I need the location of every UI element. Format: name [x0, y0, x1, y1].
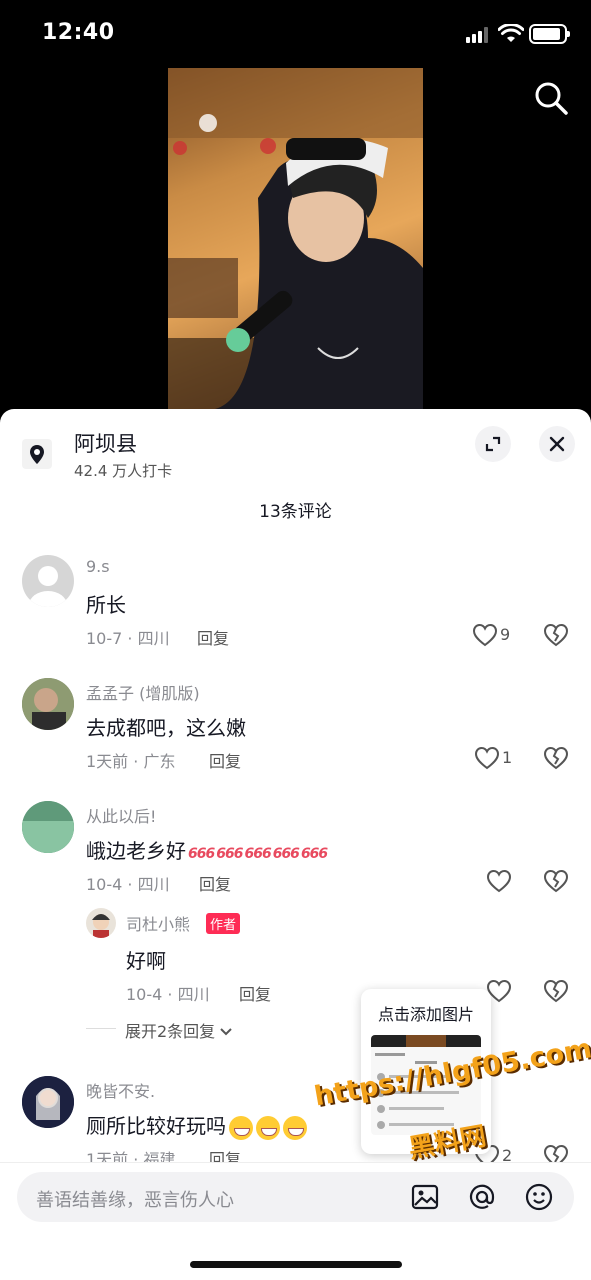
reply-button[interactable]: 回复 — [239, 981, 271, 1005]
broken-heart-icon[interactable] — [543, 978, 569, 1004]
reply-button[interactable]: 回复 — [197, 625, 229, 649]
heart-icon[interactable] — [472, 623, 498, 647]
video-player[interactable] — [168, 68, 423, 410]
emoji-icon[interactable] — [524, 1182, 554, 1212]
emoji-666: 666 — [244, 846, 271, 862]
image-icon[interactable] — [410, 1182, 440, 1212]
heart-icon[interactable] — [486, 869, 512, 893]
comment-text: 去成都吧，这么嫩 — [86, 716, 246, 740]
location-checkins: 42.4 万人打卡 — [74, 462, 173, 480]
location-pin-icon — [22, 439, 52, 469]
location-name[interactable]: 阿坝县 — [74, 428, 137, 458]
reply-username[interactable]: 司杜小熊 — [126, 911, 190, 935]
broken-heart-icon[interactable] — [543, 745, 569, 771]
battery-icon — [529, 24, 570, 44]
comment-text-body: 峨边老乡好 — [86, 839, 186, 863]
comment-meta: 10-7 · 四川 — [86, 629, 170, 648]
reply-button[interactable]: 回复 — [209, 748, 241, 772]
comment-username[interactable]: 孟孟子 (增肌版) — [86, 680, 200, 704]
emoji-666: 666 — [300, 846, 328, 862]
broken-heart-icon[interactable] — [543, 868, 569, 894]
author-badge: 作者 — [206, 913, 241, 934]
grin-emoji-icon — [283, 1115, 307, 1140]
avatar[interactable] — [86, 908, 116, 938]
expand-replies-button[interactable]: 展开2条回复 — [125, 1018, 233, 1042]
cellular-signal-icon — [466, 27, 490, 43]
broken-heart-icon[interactable] — [543, 622, 569, 648]
comment-username[interactable]: 9.s — [86, 557, 110, 576]
avatar[interactable] — [22, 1076, 74, 1128]
home-indicator[interactable] — [190, 1261, 402, 1268]
divider — [86, 1028, 116, 1029]
comment-meta: 1天前 · 广东 — [86, 752, 176, 771]
comment-username[interactable]: 从此以后! — [86, 803, 156, 827]
emoji-666: 666 — [272, 846, 300, 862]
avatar[interactable] — [22, 801, 74, 853]
reply-text: 好啊 — [126, 949, 166, 973]
comment-input-placeholder[interactable]: 善语结善缘，恶言伤人心 — [36, 1186, 234, 1212]
status-time: 12:40 — [42, 20, 115, 45]
comment-text: 峨边老乡好 666 666 666 666 666 — [86, 835, 328, 864]
comment-username[interactable]: 晚皆不安. — [86, 1078, 155, 1102]
avatar[interactable] — [22, 555, 74, 607]
grin-emoji-icon — [229, 1115, 253, 1140]
wifi-icon — [498, 24, 524, 42]
expand-icon[interactable] — [475, 426, 511, 462]
comment-meta: 10-4 · 四川 — [86, 875, 170, 894]
reply-meta: 10-4 · 四川 — [126, 985, 210, 1004]
status-bar: 12:40 — [0, 0, 591, 68]
emoji-666: 666 — [216, 846, 243, 862]
chevron-down-icon — [220, 1028, 232, 1036]
close-icon[interactable] — [539, 426, 575, 462]
avatar[interactable] — [22, 678, 74, 730]
comment-text: 所长 — [86, 593, 126, 617]
comment-count: 13条评论 — [259, 502, 332, 522]
at-icon[interactable] — [467, 1182, 497, 1212]
grin-emoji-icon — [256, 1115, 280, 1140]
reply-button[interactable]: 回复 — [199, 871, 231, 895]
emoji-666: 666 — [188, 846, 215, 862]
expand-replies-label: 展开2条回复 — [125, 1022, 216, 1041]
video-frame — [168, 68, 423, 410]
search-icon[interactable] — [533, 80, 569, 116]
like-count: 1 — [502, 748, 513, 767]
like-count: 9 — [500, 625, 511, 644]
comment-text-body: 厕所比较好玩吗 — [86, 1114, 226, 1138]
heart-icon[interactable] — [474, 746, 500, 770]
tooltip-label: 点击添加图片 — [377, 1005, 474, 1024]
comment-text: 厕所比较好玩吗 — [86, 1110, 307, 1140]
